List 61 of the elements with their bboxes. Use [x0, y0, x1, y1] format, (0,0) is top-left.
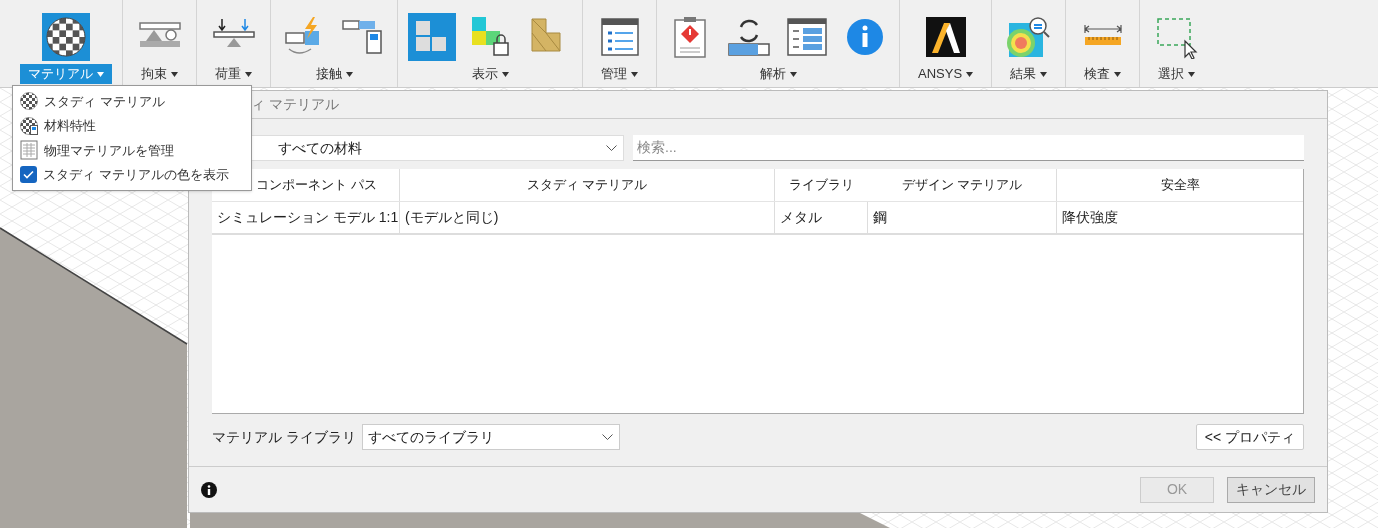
- toolbar-menu-button[interactable]: 解析: [751, 64, 805, 84]
- toolbar-menu-button[interactable]: 接触: [307, 64, 361, 84]
- toolbar-menu-button[interactable]: 結果: [1002, 64, 1056, 84]
- toolbar-menu-button[interactable]: 荷重: [207, 64, 260, 84]
- caret-icon: [966, 71, 974, 77]
- checkered-sphere-icon: [20, 92, 38, 111]
- checkbox[interactable]: [20, 166, 37, 184]
- checkmark-icon: [23, 170, 34, 180]
- caret-icon: [1040, 71, 1048, 77]
- caret-icon: [245, 71, 252, 77]
- menu-item-label: スタディ マテリアルの色を表示: [43, 166, 229, 184]
- column-header[interactable]: 安全率: [1160, 175, 1200, 195]
- column-header[interactable]: スタディ マテリアル: [526, 175, 648, 195]
- table-icon: [20, 140, 38, 161]
- caret-icon: [789, 71, 797, 77]
- chevron-down-icon: [601, 434, 613, 440]
- list-window-icon: [785, 15, 829, 59]
- table-cell-text: 降伏強度: [1061, 208, 1119, 227]
- caret-icon: [1114, 71, 1122, 77]
- ansys-logo-icon: [923, 15, 968, 59]
- menu-item[interactable]: スタディ マテリアル: [13, 89, 251, 114]
- search-field[interactable]: 検索...: [633, 135, 1304, 161]
- toolbar-tool[interactable]: [42, 13, 90, 61]
- caret-icon: [97, 71, 104, 77]
- menu-item[interactable]: スタディ マテリアルの色を表示: [13, 162, 251, 187]
- select-box-icon: [1154, 15, 1199, 59]
- menu-item-label: スタディ マテリアル: [44, 92, 165, 111]
- library-value: すべてのライブラリ: [367, 427, 494, 447]
- dialog-button[interactable]: キャンセル: [1227, 476, 1315, 503]
- column-header[interactable]: デザイン マテリアル: [901, 175, 1023, 195]
- toolbar-menu-button[interactable]: 選択: [1150, 64, 1204, 84]
- dialog-title: ィ マテリアル: [251, 95, 339, 114]
- library-label: マテリアル ライブラリ: [212, 427, 356, 447]
- chevron-down-icon: [606, 145, 617, 151]
- properties-button[interactable]: << プロパティ: [1195, 424, 1304, 450]
- menu-item-label: 物理マテリアルを管理: [44, 141, 174, 160]
- column-header[interactable]: ライブラリ: [789, 175, 854, 195]
- menu-item[interactable]: 材料特性: [13, 113, 251, 138]
- caret-icon: [171, 71, 178, 77]
- toolbar-menu-button[interactable]: 表示: [463, 64, 517, 84]
- caret-icon: [1188, 71, 1196, 77]
- table-cell: 鋼: [868, 202, 1057, 233]
- toolbar-menu-button[interactable]: 検査: [1076, 64, 1130, 84]
- caret-icon: [631, 71, 638, 77]
- document-icon: [30, 124, 38, 135]
- library-dropdown[interactable]: すべてのライブラリ: [361, 424, 620, 450]
- filter-value: すべての材料: [278, 138, 362, 158]
- checkered-sphere-icon: [46, 17, 86, 57]
- column-header[interactable]: コンポーネント パス: [256, 175, 377, 195]
- heatmap-icon: [1006, 15, 1051, 59]
- caret-icon: [501, 71, 509, 77]
- toolbar-menu-button[interactable]: ANSYS: [910, 64, 982, 84]
- caret-icon: [345, 71, 353, 77]
- table-cell: メタル: [775, 202, 868, 233]
- toolbar-menu-button[interactable]: 管理: [593, 64, 646, 84]
- table-cell: (モデルと同じ): [400, 202, 775, 233]
- toolbar-menu-button[interactable]: 拘束: [133, 64, 186, 84]
- toolbar-menu-button[interactable]: マテリアル: [20, 64, 112, 84]
- table-cell: シミュレーション モデル 1:1: [212, 202, 400, 233]
- info-icon[interactable]: [201, 481, 217, 498]
- menu-item-label: 材料特性: [44, 117, 96, 135]
